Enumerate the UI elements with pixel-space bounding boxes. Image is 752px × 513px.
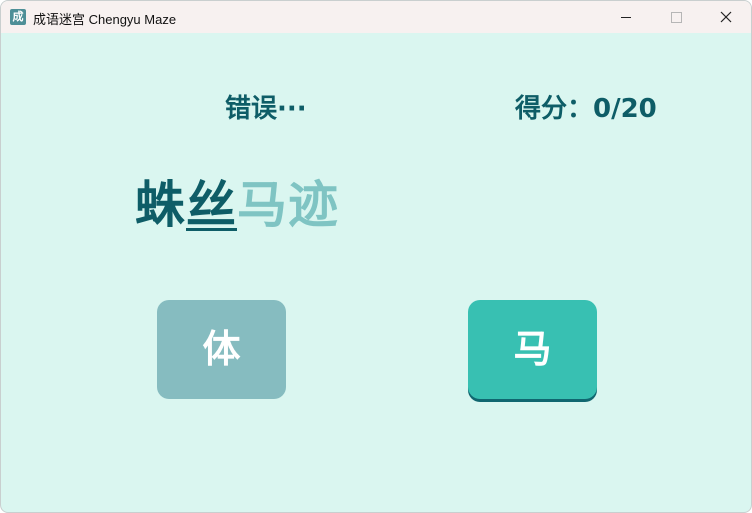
idiom-display: 蛛丝马迹 bbox=[135, 165, 339, 237]
idiom-char-2: 丝 bbox=[186, 176, 237, 234]
choice-button-2[interactable]: 马 bbox=[468, 300, 597, 399]
maximize-button[interactable] bbox=[653, 1, 699, 33]
score-display: 得分：0/20 bbox=[515, 94, 657, 124]
idiom-char-3: 马 bbox=[237, 176, 288, 234]
idiom-char-4: 迹 bbox=[288, 176, 339, 234]
app-window: 成 成语迷宫 Chengyu Maze 错误··· 得分：0/20 蛛丝马迹 体… bbox=[0, 0, 752, 513]
result-status: 错误··· bbox=[225, 94, 307, 124]
close-icon bbox=[720, 11, 732, 23]
close-button[interactable] bbox=[703, 1, 749, 33]
choice-button-1[interactable]: 体 bbox=[157, 300, 286, 399]
idiom-char-1: 蛛 bbox=[135, 176, 186, 234]
window-title: 成语迷宫 Chengyu Maze bbox=[33, 12, 177, 27]
minimize-icon bbox=[621, 17, 631, 18]
maximize-icon bbox=[671, 12, 682, 23]
game-area: 错误··· 得分：0/20 蛛丝马迹 体 马 bbox=[1, 33, 751, 512]
title-bar[interactable]: 成 成语迷宫 Chengyu Maze bbox=[1, 1, 751, 33]
minimize-button[interactable] bbox=[603, 1, 649, 33]
app-icon: 成 bbox=[10, 9, 26, 25]
